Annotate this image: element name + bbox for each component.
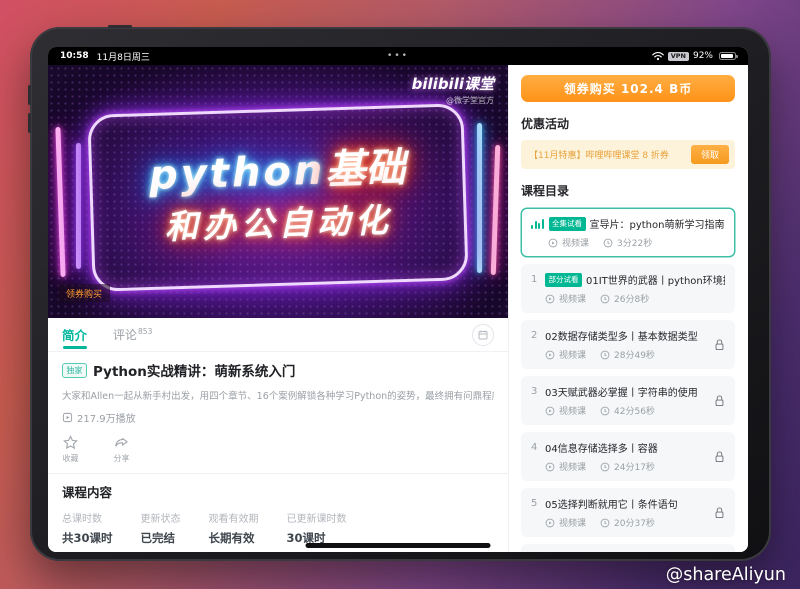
share-icon [113, 434, 130, 451]
catalog-title: 课程目录 [521, 182, 735, 199]
lock-icon [714, 395, 725, 407]
lesson-index: 5 [531, 498, 543, 509]
lesson-item-6[interactable]: 6 06重复工作必杀技丨循环语句 视频课 25分32秒 [521, 544, 735, 552]
neon-text-python: python [148, 147, 326, 199]
date: 11月8日周三 [97, 50, 150, 63]
play-circle-icon [545, 294, 555, 304]
lesson-list: 全集试看 宣导片：python萌新学习指南 视频课 3分22秒 [521, 208, 735, 552]
lesson-title: 02数据存储类型多丨基本数据类型 [545, 328, 698, 343]
home-indicator[interactable] [306, 543, 491, 548]
play-circle-icon [548, 238, 558, 248]
lesson-item-2[interactable]: 2 02数据存储类型多丨基本数据类型 视频课 28分49秒 [521, 320, 735, 369]
course-title: Python实战精讲：萌新系统入门 [93, 360, 295, 380]
lesson-item-4[interactable]: 4 04信息存储选择多丨容器 视频课 24分17秒 [521, 432, 735, 481]
lock-icon [714, 339, 725, 351]
play-square-icon [62, 412, 73, 423]
neon-sign: python基础 和办公自动化 [87, 103, 468, 292]
battery-percent: 92% [693, 51, 713, 61]
clock-icon [600, 350, 610, 360]
vpn-badge: VPN [668, 52, 689, 61]
promo-title: 优惠活动 [521, 115, 735, 132]
course-hero-banner[interactable]: bilibili课堂 @微学堂官方 python基础 和办公自动化 领券购买 [48, 65, 508, 318]
battery-icon [719, 52, 736, 60]
wifi-icon [652, 51, 664, 61]
background: 10:58 11月8日周三 ••• VPN 92% [0, 0, 800, 589]
play-count: 217.9万播放 [62, 410, 494, 425]
coupon-buy-tag[interactable]: 领券购买 [58, 284, 110, 302]
tab-comments[interactable]: 评论853 [113, 326, 152, 343]
neon-tube [55, 127, 65, 277]
clock-icon [600, 294, 610, 304]
focus-dots: ••• [387, 51, 409, 61]
lock-icon [714, 451, 725, 463]
lesson-index: 1 [531, 274, 543, 285]
section-title: 课程内容 [62, 482, 494, 501]
course-description: 大家和Allen一起从新手村出发，用四个章节、16个案例解锁各种学习Python… [62, 388, 494, 402]
purchase-panel: 领券购买 102.4 B币 优惠活动 【11月特惠】哔哩哔哩课堂 8 折券 领取… [508, 65, 748, 552]
clock-icon [600, 462, 610, 472]
bilibili-logo: bilibili课堂 @微学堂官方 [412, 73, 494, 106]
stat-update-status: 更新状态 已完结 [141, 510, 181, 546]
coupon-text: 【11月特惠】哔哩哔哩课堂 8 折券 [529, 148, 669, 161]
lesson-title: 04信息存储选择多丨容器 [545, 440, 658, 455]
volume-up-button[interactable] [28, 85, 31, 105]
claim-coupon-button[interactable]: 领取 [691, 145, 729, 164]
stat-validity: 观看有效期 长期有效 [209, 510, 259, 546]
power-button[interactable] [108, 25, 132, 28]
now-playing-icon [531, 219, 544, 229]
lesson-title: 宣导片：python萌新学习指南 [590, 216, 725, 231]
watermark: @shareAliyun [666, 565, 786, 585]
lesson-title: 03天赋武器必掌握丨字符串的使用 [545, 384, 698, 399]
lesson-index: 2 [531, 330, 543, 341]
trial-badge: 部分试看 [545, 273, 582, 287]
comments-count: 853 [138, 327, 152, 336]
clock-icon [603, 238, 613, 248]
lesson-item-3[interactable]: 3 03天赋武器必掌握丨字符串的使用 视频课 42分56秒 [521, 376, 735, 425]
lesson-item-1[interactable]: 1 部分试看 01IT世界的武器丨python环境搭建_第一个 视频课 26分8… [521, 264, 735, 313]
ipad-device: 10:58 11月8日周三 ••• VPN 92% [30, 27, 771, 561]
buy-button[interactable]: 领券购买 102.4 B币 [521, 75, 735, 102]
stat-updated-lessons: 已更新课时数 30课时 [287, 510, 347, 546]
stat-total-lessons: 总课时数 共30课时 [62, 510, 113, 546]
activity-icon[interactable] [472, 324, 494, 346]
screen: 10:58 11月8日周三 ••• VPN 92% [48, 47, 748, 552]
volume-down-button[interactable] [28, 113, 31, 133]
coupon-banner[interactable]: 【11月特惠】哔哩哔哩课堂 8 折券 领取 [521, 140, 735, 169]
lesson-index: 4 [531, 442, 543, 453]
trial-badge: 全集试看 [549, 217, 586, 231]
play-circle-icon [545, 350, 555, 360]
logo-subtitle: @微学堂官方 [412, 95, 494, 106]
status-bar: 10:58 11月8日周三 ••• VPN 92% [48, 47, 748, 65]
lesson-title: 01IT世界的武器丨python环境搭建_第一个 [586, 272, 725, 287]
neon-tube [491, 145, 501, 275]
lock-icon [714, 507, 725, 519]
lesson-title: 05选择判断就用它丨条件语句 [545, 496, 678, 511]
favorite-button[interactable]: 收藏 [62, 434, 79, 464]
neon-tube [76, 143, 81, 269]
clock-icon [600, 406, 610, 416]
course-summary-section: 独家 Python实战精讲：萌新系统入门 大家和Allen一起从新手村出发，用四… [48, 351, 508, 473]
play-circle-icon [545, 518, 555, 528]
neon-text-line2: 和办公自动化 [164, 193, 393, 248]
lesson-item-trailer[interactable]: 全集试看 宣导片：python萌新学习指南 视频课 3分22秒 [521, 208, 735, 257]
neon-text-jichu: 基础 [325, 144, 406, 192]
exclusive-badge: 独家 [62, 363, 87, 378]
share-button[interactable]: 分享 [113, 434, 130, 464]
neon-tube [477, 123, 482, 273]
tab-intro[interactable]: 简介 [62, 318, 87, 351]
play-circle-icon [545, 462, 555, 472]
lesson-index: 3 [531, 386, 543, 397]
clock: 10:58 [60, 51, 89, 61]
lesson-item-5[interactable]: 5 05选择判断就用它丨条件语句 视频课 20分37秒 [521, 488, 735, 537]
play-circle-icon [545, 406, 555, 416]
course-content-section: 课程内容 总课时数 共30课时 更新状态 已完结 观看有效期 [48, 473, 508, 552]
star-icon [62, 434, 79, 451]
tab-bar: 简介 评论853 [48, 318, 508, 351]
clock-icon [600, 518, 610, 528]
